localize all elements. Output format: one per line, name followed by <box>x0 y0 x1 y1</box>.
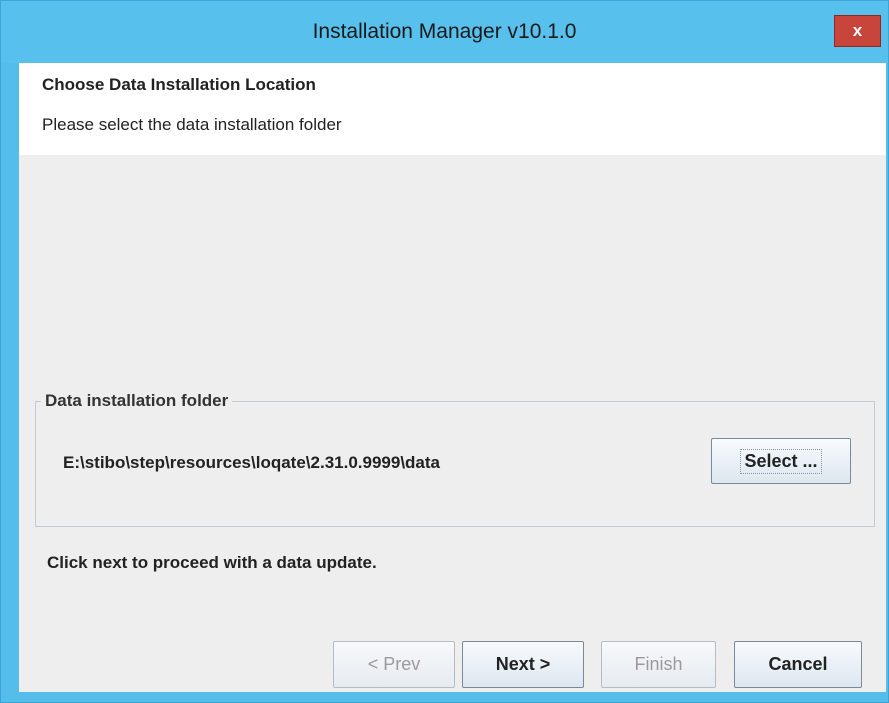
data-folder-group-label: Data installation folder <box>41 391 233 411</box>
finish-button[interactable]: Finish <box>601 641 716 688</box>
title-bar[interactable]: Installation Manager v10.1.0 x <box>1 1 888 63</box>
select-folder-button-label: Select ... <box>740 448 822 474</box>
header-panel: Choose Data Installation Location Please… <box>19 63 886 155</box>
close-icon: x <box>852 21 863 40</box>
select-folder-button[interactable]: Select ... <box>711 438 851 484</box>
data-folder-path: E:\stibo\step\resources\loqate\2.31.0.99… <box>63 453 440 472</box>
close-button[interactable]: x <box>834 15 881 47</box>
window-title: Installation Manager v10.1.0 <box>312 20 577 43</box>
info-message: Click next to proceed with a data update… <box>47 553 377 572</box>
installer-window: Installation Manager v10.1.0 x Choose Da… <box>0 0 889 703</box>
next-button[interactable]: Next > <box>462 641 584 688</box>
dialog-content: Choose Data Installation Location Please… <box>19 63 886 692</box>
step-subtitle: Please select the data installation fold… <box>42 115 342 134</box>
step-title: Choose Data Installation Location <box>42 75 316 94</box>
prev-button[interactable]: < Prev <box>333 641 455 688</box>
cancel-button[interactable]: Cancel <box>734 641 862 688</box>
